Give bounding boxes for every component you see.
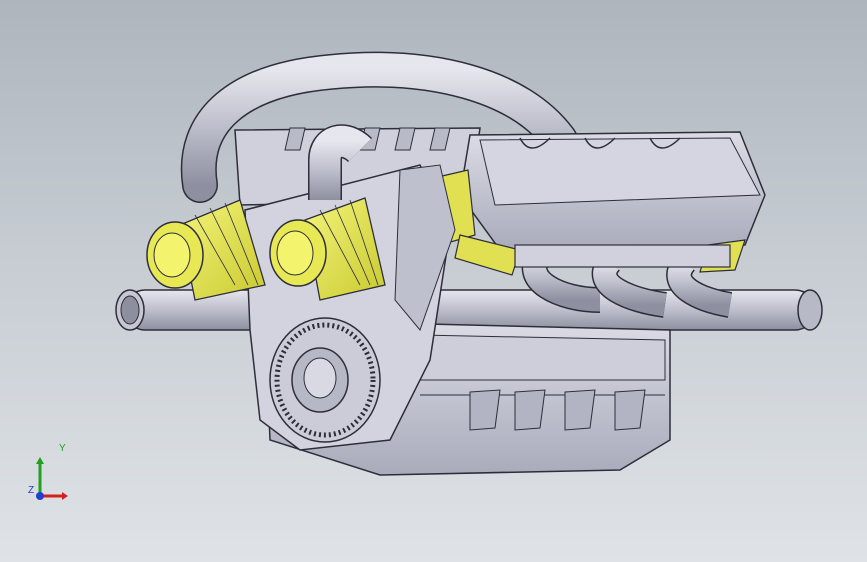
z-axis-label: Z (28, 485, 35, 496)
exhaust-headers[interactable] (514, 244, 733, 318)
graphics-viewport[interactable]: Y Z (0, 0, 867, 562)
axis-arrows-icon (36, 457, 68, 500)
y-axis-label: Y (59, 443, 66, 454)
coordinate-triad: Y Z (22, 440, 82, 510)
crank-pulley[interactable] (269, 317, 381, 443)
v8-engine-model[interactable] (0, 0, 867, 562)
